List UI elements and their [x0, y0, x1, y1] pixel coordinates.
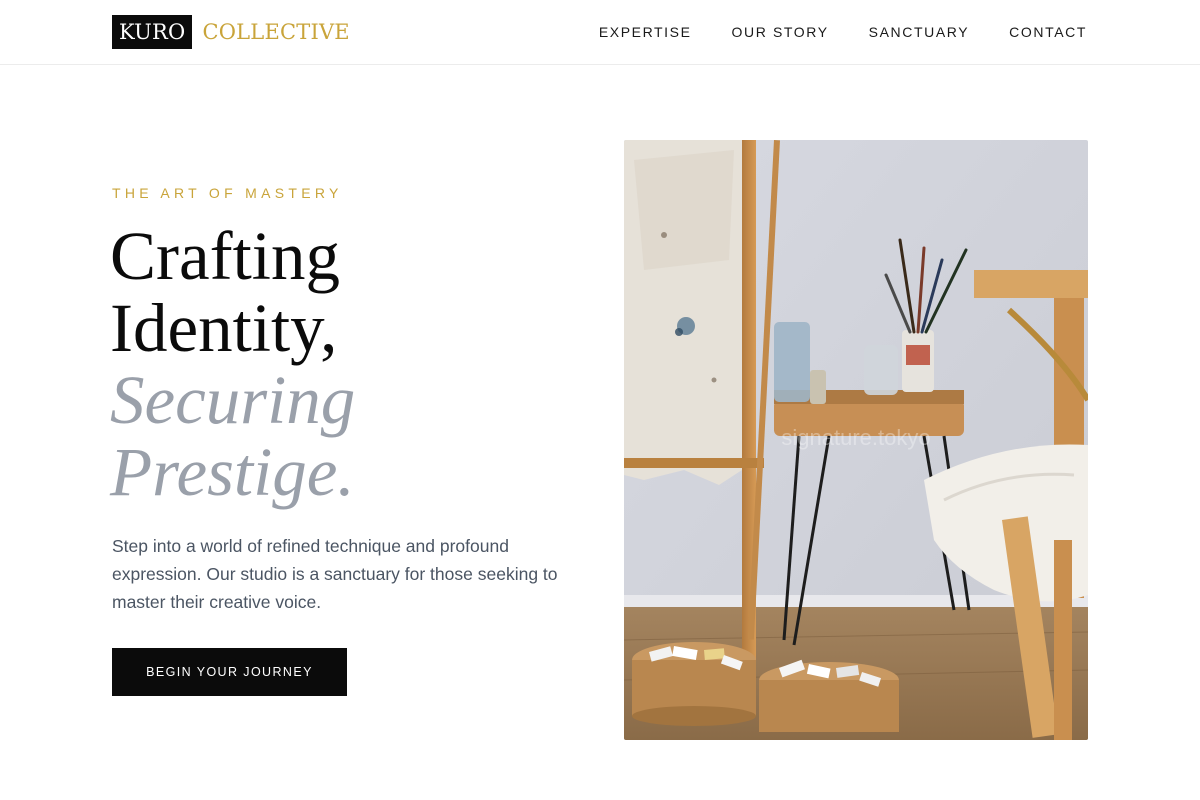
hero-description: Step into a world of refined technique a…: [112, 536, 558, 612]
nav-link-our-story[interactable]: OUR STORY: [732, 24, 829, 40]
brand-logo[interactable]: KURO COLLECTIVE: [112, 15, 350, 49]
hero-headline: Crafting Identity, Securing Prestige.: [110, 220, 590, 508]
headline-line-1: Crafting: [110, 218, 340, 294]
nav-link-sanctuary[interactable]: SANCTUARY: [869, 24, 970, 40]
hero-image: signature.tokyo: [624, 140, 1088, 740]
image-watermark: signature.tokyo: [781, 425, 930, 450]
begin-journey-button[interactable]: BEGIN YOUR JOURNEY: [112, 648, 347, 696]
logo-mark: KURO: [112, 15, 193, 49]
headline-line-2: Identity,: [110, 290, 338, 366]
nav-link-expertise[interactable]: EXPERTISE: [599, 24, 692, 40]
studio-photo: signature.tokyo: [624, 140, 1088, 740]
nav-link-contact[interactable]: CONTACT: [1009, 24, 1087, 40]
logo-wordmark: COLLECTIVE: [202, 20, 350, 44]
main-nav: EXPERTISE OUR STORY SANCTUARY CONTACT: [599, 0, 1087, 64]
headline-line-3: Securing: [110, 362, 356, 438]
site-header: KURO COLLECTIVE EXPERTISE OUR STORY SANC…: [0, 0, 1200, 65]
headline-line-4: Prestige.: [110, 434, 355, 510]
hero-eyebrow: THE ART OF MASTERY: [112, 185, 343, 201]
